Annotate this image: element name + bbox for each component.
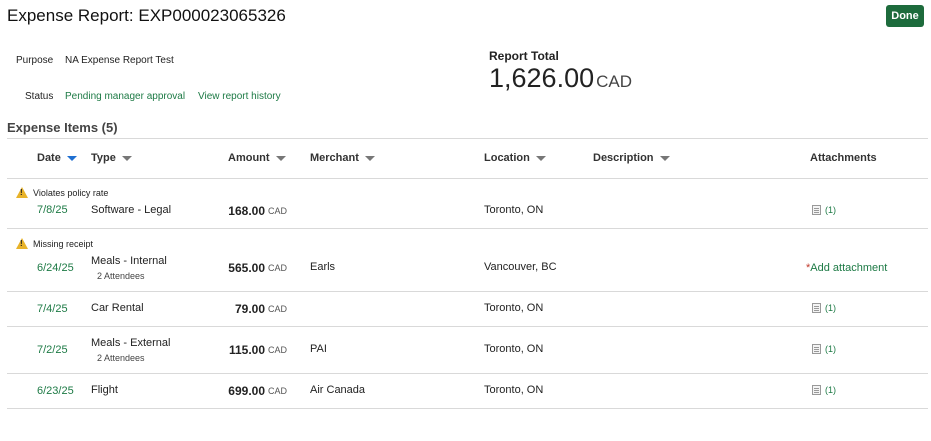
row-date-link[interactable]: 7/2/25 <box>37 344 68 356</box>
add-attachment-label: Add attachment <box>810 262 888 274</box>
report-total-amount: 1,626.00 CAD <box>489 63 632 94</box>
column-header-date-label: Date <box>37 152 61 164</box>
purpose-label: Purpose <box>16 55 54 66</box>
row-attendees: 2 Attendees <box>97 353 145 363</box>
row-type: Flight <box>91 384 118 396</box>
row-type: Car Rental <box>91 302 144 314</box>
column-header-merchant[interactable]: Merchant <box>310 152 375 164</box>
document-icon <box>812 385 821 395</box>
chevron-down-icon <box>659 155 670 161</box>
document-icon <box>812 344 821 354</box>
warning-text: Missing receipt <box>33 238 94 249</box>
status-label: Status <box>25 91 54 102</box>
row-location: Toronto, ON <box>484 302 544 314</box>
done-button[interactable]: Done <box>886 5 924 27</box>
column-header-description-label: Description <box>593 152 654 164</box>
row-merchant: Air Canada <box>310 384 366 396</box>
warning-icon: ! <box>16 238 28 249</box>
attachment-count: (1) <box>825 344 836 354</box>
policy-warning: ! Violates policy rate <box>16 187 108 198</box>
row-location: Toronto, ON <box>484 384 544 396</box>
chevron-down-icon <box>364 155 375 161</box>
row-amount: 565.00 <box>228 261 265 275</box>
chevron-down-icon <box>275 155 286 161</box>
view-history-link[interactable]: View report history <box>198 91 281 102</box>
row-amount: 699.00 <box>228 384 265 398</box>
row-amount: 168.00 <box>228 204 265 218</box>
row-attendees: 2 Attendees <box>97 271 145 281</box>
row-merchant: PAI <box>310 343 327 355</box>
attachment-count: (1) <box>825 205 836 215</box>
row-type: Software - Legal <box>91 204 172 216</box>
row-location: Toronto, ON <box>484 204 544 216</box>
row-divider <box>7 373 928 374</box>
column-header-location[interactable]: Location <box>484 152 546 164</box>
row-type: Meals - External <box>91 337 171 349</box>
row-date-link[interactable]: 7/4/25 <box>37 303 68 315</box>
page-title: Expense Report: EXP000023065326 <box>7 6 286 25</box>
report-total-currency: CAD <box>596 72 633 91</box>
chevron-down-icon <box>535 155 546 161</box>
attachment-link[interactable]: (1) <box>812 205 836 215</box>
row-date-link[interactable]: 6/24/25 <box>37 262 74 274</box>
add-attachment-link[interactable]: *Add attachment <box>806 262 887 274</box>
row-location: Vancouver, BC <box>484 261 557 273</box>
row-merchant: Earls <box>310 261 336 273</box>
report-total-value: 1,626.00 <box>489 63 595 93</box>
row-amount: 115.00 <box>228 343 265 357</box>
row-divider <box>7 326 928 327</box>
missing-receipt-warning: ! Missing receipt <box>16 238 93 249</box>
column-header-merchant-label: Merchant <box>310 152 359 164</box>
column-header-attachments-label: Attachments <box>810 152 877 164</box>
report-total-label: Report Total <box>489 49 559 63</box>
column-header-amount-label: Amount <box>228 152 270 164</box>
attachment-count: (1) <box>825 385 836 395</box>
row-amount: 79.00 <box>234 302 265 316</box>
row-divider <box>7 291 928 292</box>
chevron-down-icon <box>121 155 132 161</box>
column-header-amount[interactable]: Amount <box>228 152 286 164</box>
document-icon <box>812 205 821 215</box>
table-bottom-divider <box>7 408 928 409</box>
row-type: Meals - Internal <box>91 255 167 267</box>
purpose-value: NA Expense Report Test <box>65 55 174 66</box>
row-date-link[interactable]: 6/23/25 <box>37 385 74 397</box>
warning-text: Violates policy rate <box>33 187 109 198</box>
attachment-link[interactable]: (1) <box>812 303 836 313</box>
attachment-count: (1) <box>825 303 836 313</box>
sort-desc-icon <box>66 155 77 161</box>
column-header-type[interactable]: Type <box>91 152 132 164</box>
row-divider <box>7 228 928 229</box>
document-icon <box>812 303 821 313</box>
column-header-description[interactable]: Description <box>593 152 670 164</box>
column-header-type-label: Type <box>91 152 116 164</box>
section-divider <box>7 138 928 139</box>
expense-items-title: Expense Items (5) <box>7 120 118 135</box>
row-location: Toronto, ON <box>484 343 544 355</box>
column-header-attachments: Attachments <box>810 152 877 164</box>
row-currency: CAD <box>268 386 288 396</box>
row-currency: CAD <box>268 345 288 355</box>
header-divider <box>7 178 928 179</box>
column-header-date[interactable]: Date <box>37 152 77 164</box>
column-header-location-label: Location <box>484 152 530 164</box>
attachment-link[interactable]: (1) <box>812 385 836 395</box>
status-link[interactable]: Pending manager approval <box>65 91 185 102</box>
row-currency: CAD <box>268 304 288 314</box>
row-currency: CAD <box>268 206 288 216</box>
warning-icon: ! <box>16 187 28 198</box>
row-currency: CAD <box>268 263 288 273</box>
row-date-link[interactable]: 7/8/25 <box>37 204 68 216</box>
attachment-link[interactable]: (1) <box>812 344 836 354</box>
